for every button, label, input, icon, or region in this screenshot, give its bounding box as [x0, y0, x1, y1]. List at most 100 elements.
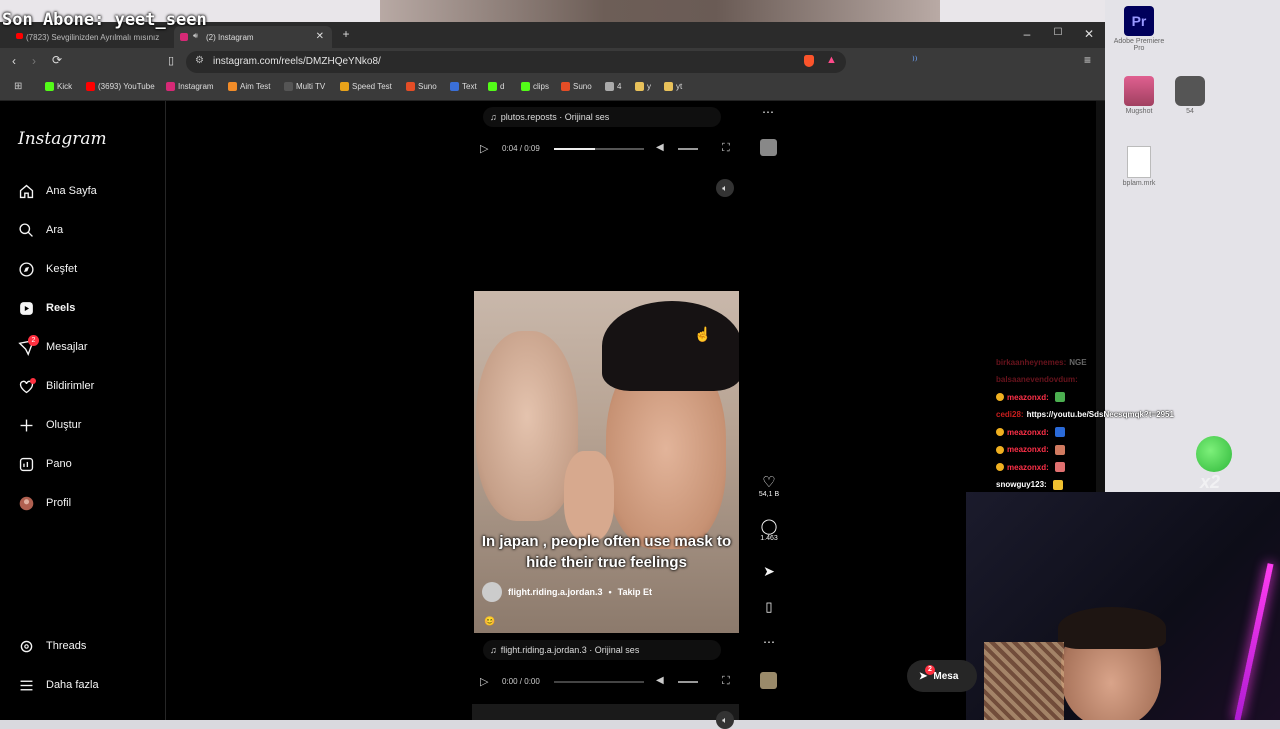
desktop-icon-label: 54	[1186, 108, 1194, 115]
author-name[interactable]: flight.riding.a.jordan.3	[508, 587, 603, 597]
bookmark-item[interactable]: Aim Test	[228, 82, 271, 91]
close-window-button[interactable]: ✕	[1081, 27, 1097, 41]
webcam-overlay	[966, 492, 1280, 720]
nav-item[interactable]: Oluştur	[18, 414, 81, 436]
new-tab-button[interactable]: +	[338, 27, 354, 41]
site-info-icon[interactable]: ⚙	[195, 55, 204, 66]
maximize-button[interactable]: ☐	[1050, 27, 1066, 38]
prev-audio-pill[interactable]: ♫ plutos.reposts · Orijinal ses	[483, 107, 721, 127]
fullscreen-icon[interactable]: ⛶	[722, 675, 730, 688]
bookmark-item[interactable]: Instagram	[166, 82, 214, 91]
reel-audio-label: flight.riding.a.jordan.3 · Orijinal ses	[500, 645, 640, 655]
messages-button[interactable]: ➤ 2 Mesa	[907, 660, 977, 692]
more-options-icon[interactable]: ⋯	[758, 635, 780, 649]
back-icon[interactable]: ‹	[12, 54, 16, 68]
nav-item[interactable]: Reels	[18, 297, 75, 319]
reel-audio-thumb[interactable]	[760, 672, 777, 689]
bookmark-favicon-icon	[521, 82, 530, 91]
nav-item[interactable]: Profil	[18, 492, 71, 514]
forward-icon[interactable]: ›	[32, 54, 36, 68]
bookmark-item[interactable]: Suno	[406, 82, 437, 91]
save-icon[interactable]: ▯	[758, 599, 780, 615]
chat-username: birkaanheynemes:	[996, 357, 1067, 367]
premiere-icon[interactable]: Pr Adobe Premiere Pro	[1109, 6, 1169, 52]
fullscreen-icon[interactable]: ⛶	[722, 142, 730, 155]
bookmark-item[interactable]: clips	[521, 82, 549, 91]
mask-face	[476, 331, 578, 521]
apps-icon[interactable]: ⊞	[14, 81, 22, 92]
bookmark-item[interactable]: Kick	[45, 82, 72, 91]
author-avatar[interactable]	[482, 582, 502, 602]
watch-icon[interactable]: 54	[1160, 76, 1220, 115]
nav-item[interactable]: 2 Mesajlar	[18, 334, 88, 358]
bookmark-item[interactable]: Multi TV	[284, 82, 325, 91]
bookmark-item[interactable]: d	[488, 82, 504, 91]
progress-track[interactable]	[554, 148, 644, 150]
nav-item[interactable]: Daha fazla	[18, 674, 99, 696]
badge-icon	[996, 428, 1004, 437]
file-icon[interactable]: bplam.mrk	[1109, 146, 1169, 187]
nav-item[interactable]: Keşfet	[18, 258, 77, 280]
bookmark-item[interactable]: y	[635, 82, 651, 91]
tab-label: (2) Instagram	[206, 32, 254, 42]
bookmark-item[interactable]: Speed Test	[340, 82, 392, 91]
volume-slider[interactable]	[678, 148, 698, 150]
comment-icon[interactable]: ◯	[758, 517, 780, 535]
mute-icon[interactable]: 🔈︎	[716, 179, 734, 197]
heart-icon[interactable]: ♡	[758, 473, 780, 491]
reel-author: flight.riding.a.jordan.3 • Takip Et	[482, 582, 652, 602]
nav-item[interactable]: Bildirimler	[18, 375, 94, 397]
share-icon[interactable]: ➤	[758, 563, 780, 580]
bookmark-item[interactable]: 4	[605, 82, 621, 91]
bookmark-label: clips	[533, 82, 550, 91]
bookmark-item[interactable]: (3693) YouTube	[86, 82, 155, 91]
bookmark-label: Instagram	[178, 82, 214, 91]
volume-slider[interactable]	[678, 681, 698, 683]
nav-item[interactable]: Ana Sayfa	[18, 180, 97, 202]
instagram-logo[interactable]: Instagram	[18, 129, 107, 149]
chat-message: meazonxd:	[996, 424, 1236, 442]
progress-track[interactable]	[554, 681, 644, 683]
extensions-icon[interactable]: ⁾⁾	[912, 54, 917, 67]
home-icon	[18, 183, 35, 200]
prev-audio-thumb[interactable]	[760, 139, 777, 156]
bookmark-item[interactable]: Suno	[561, 82, 592, 91]
nav-label: Ana Sayfa	[46, 185, 97, 197]
messages-label: Mesa	[933, 670, 959, 682]
minimize-button[interactable]: –	[1019, 27, 1035, 41]
nav-item[interactable]: Pano	[18, 453, 72, 475]
chat-emote-icon	[1054, 444, 1065, 455]
close-tab-icon[interactable]: ✕	[316, 31, 324, 42]
mute-icon[interactable]: 🔈︎	[716, 711, 734, 729]
address-bar[interactable]: ⚙ instagram.com/reels/DMZHQeYNko8/ ▲	[186, 51, 846, 73]
instagram-sidebar: Instagram Ana Sayfa Ara Keşfet Reels 2 Mesajl…	[0, 101, 166, 720]
play-icon[interactable]: ▷	[480, 142, 488, 155]
chat-message: meazonxd:	[996, 389, 1236, 407]
more-options-icon[interactable]: ⋯	[762, 105, 774, 119]
bookmark-favicon-icon	[561, 82, 570, 91]
volume-icon[interactable]: ◀	[656, 142, 664, 153]
chat-username: snowguy123:	[996, 480, 1047, 490]
prev-video-controls: ▷ 0:04 / 0:09 ◀ ⛶	[478, 142, 738, 158]
volume-icon[interactable]: ◀	[656, 675, 664, 686]
bookmark-item[interactable]: Text	[450, 82, 477, 91]
reload-icon[interactable]: ⟳	[52, 53, 62, 67]
menu-icon[interactable]: ≡	[1084, 53, 1091, 67]
bookmark-icon[interactable]: ▯	[168, 54, 174, 67]
reel-audio-pill[interactable]: ♫ flight.riding.a.jordan.3 · Orijinal se…	[483, 640, 721, 660]
nav-item[interactable]: Ara	[18, 219, 63, 241]
bookmark-item[interactable]: yt	[664, 82, 682, 91]
chair-pattern	[984, 642, 1064, 720]
play-icon[interactable]: ▷	[480, 675, 488, 688]
brave-shield-icon[interactable]	[804, 55, 814, 67]
chat-username: cedi28:	[996, 410, 1024, 420]
comment-action: ◯ 1.463	[758, 517, 780, 542]
nav-item[interactable]: Threads	[18, 635, 86, 657]
brave-rewards-icon[interactable]: ▲	[826, 54, 837, 66]
next-reel-preview[interactable]	[472, 704, 739, 720]
follow-button[interactable]: Takip Et	[618, 587, 652, 597]
notification-badge: 2	[28, 334, 39, 346]
bookmark-favicon-icon	[228, 82, 237, 91]
bookmark-favicon-icon	[284, 82, 293, 91]
music-note-icon: ♫	[490, 645, 497, 655]
